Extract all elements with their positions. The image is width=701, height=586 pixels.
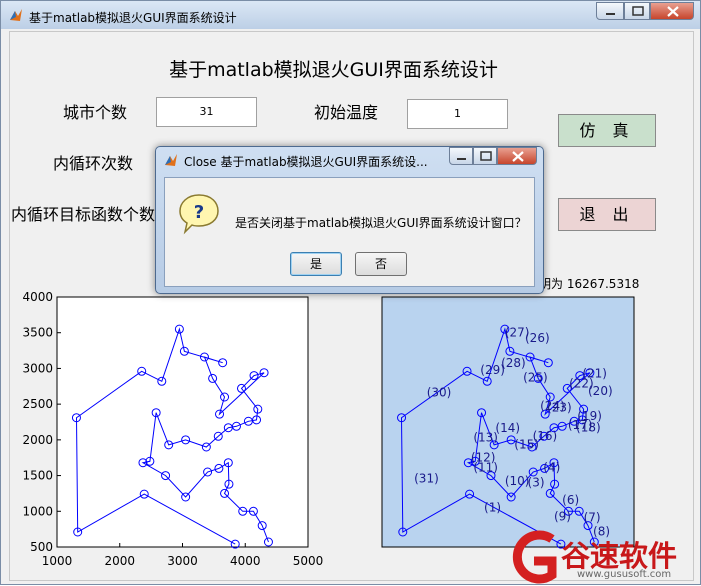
matlab-icon: [165, 154, 177, 166]
dialog-title: Close 基于matlab模拟退火GUI界面系统设...: [184, 155, 428, 169]
watermark-url: www.gususoft.com: [577, 569, 672, 580]
right-node-label: (9): [554, 510, 571, 524]
right-node-label: (30): [427, 385, 452, 399]
right-node-label: (3): [528, 475, 545, 489]
right-node-label: (7): [584, 510, 601, 524]
svg-text:?: ?: [194, 202, 204, 223]
right-node-label: (10): [505, 474, 530, 488]
right-node-label: (29): [480, 363, 505, 377]
right-node-label: (25): [523, 370, 548, 384]
yes-button[interactable]: 是: [290, 252, 342, 276]
close-confirm-dialog: Close 基于matlab模拟退火GUI界面系统设... ? 是否关闭基于ma…: [155, 146, 544, 294]
dialog-message: 是否关闭基于matlab模拟退火GUI界面系统设计窗口？: [235, 216, 527, 230]
maximize-icon: [480, 151, 492, 161]
dialog-body: ? 是否关闭基于matlab模拟退火GUI界面系统设计窗口？ 是 否: [164, 177, 535, 287]
right-node-label: (18): [576, 420, 601, 434]
dialog-window-controls: [449, 147, 537, 165]
dialog-maximize-button[interactable]: [473, 147, 497, 165]
right-node-label: (26): [525, 331, 550, 345]
right-node-label: (14): [495, 421, 520, 435]
no-button[interactable]: 否: [355, 252, 407, 276]
right-node-label: (23): [547, 400, 572, 414]
right-node-label: (13): [473, 430, 498, 444]
right-node-label: (4): [543, 460, 560, 474]
dialog-minimize-button[interactable]: [449, 147, 473, 165]
dialog-close-button[interactable]: [497, 147, 537, 165]
right-node-label: (1): [484, 500, 501, 514]
right-node-label: (20): [588, 384, 613, 398]
right-node-label: (15): [514, 437, 539, 451]
close-icon: [512, 151, 524, 162]
watermark-logo: [512, 530, 557, 584]
right-node-label: (6): [562, 493, 579, 507]
right-node-label: (11): [473, 460, 498, 474]
minimize-icon: [457, 158, 466, 160]
right-node-label: (31): [414, 472, 439, 486]
question-icon: ?: [179, 194, 219, 235]
